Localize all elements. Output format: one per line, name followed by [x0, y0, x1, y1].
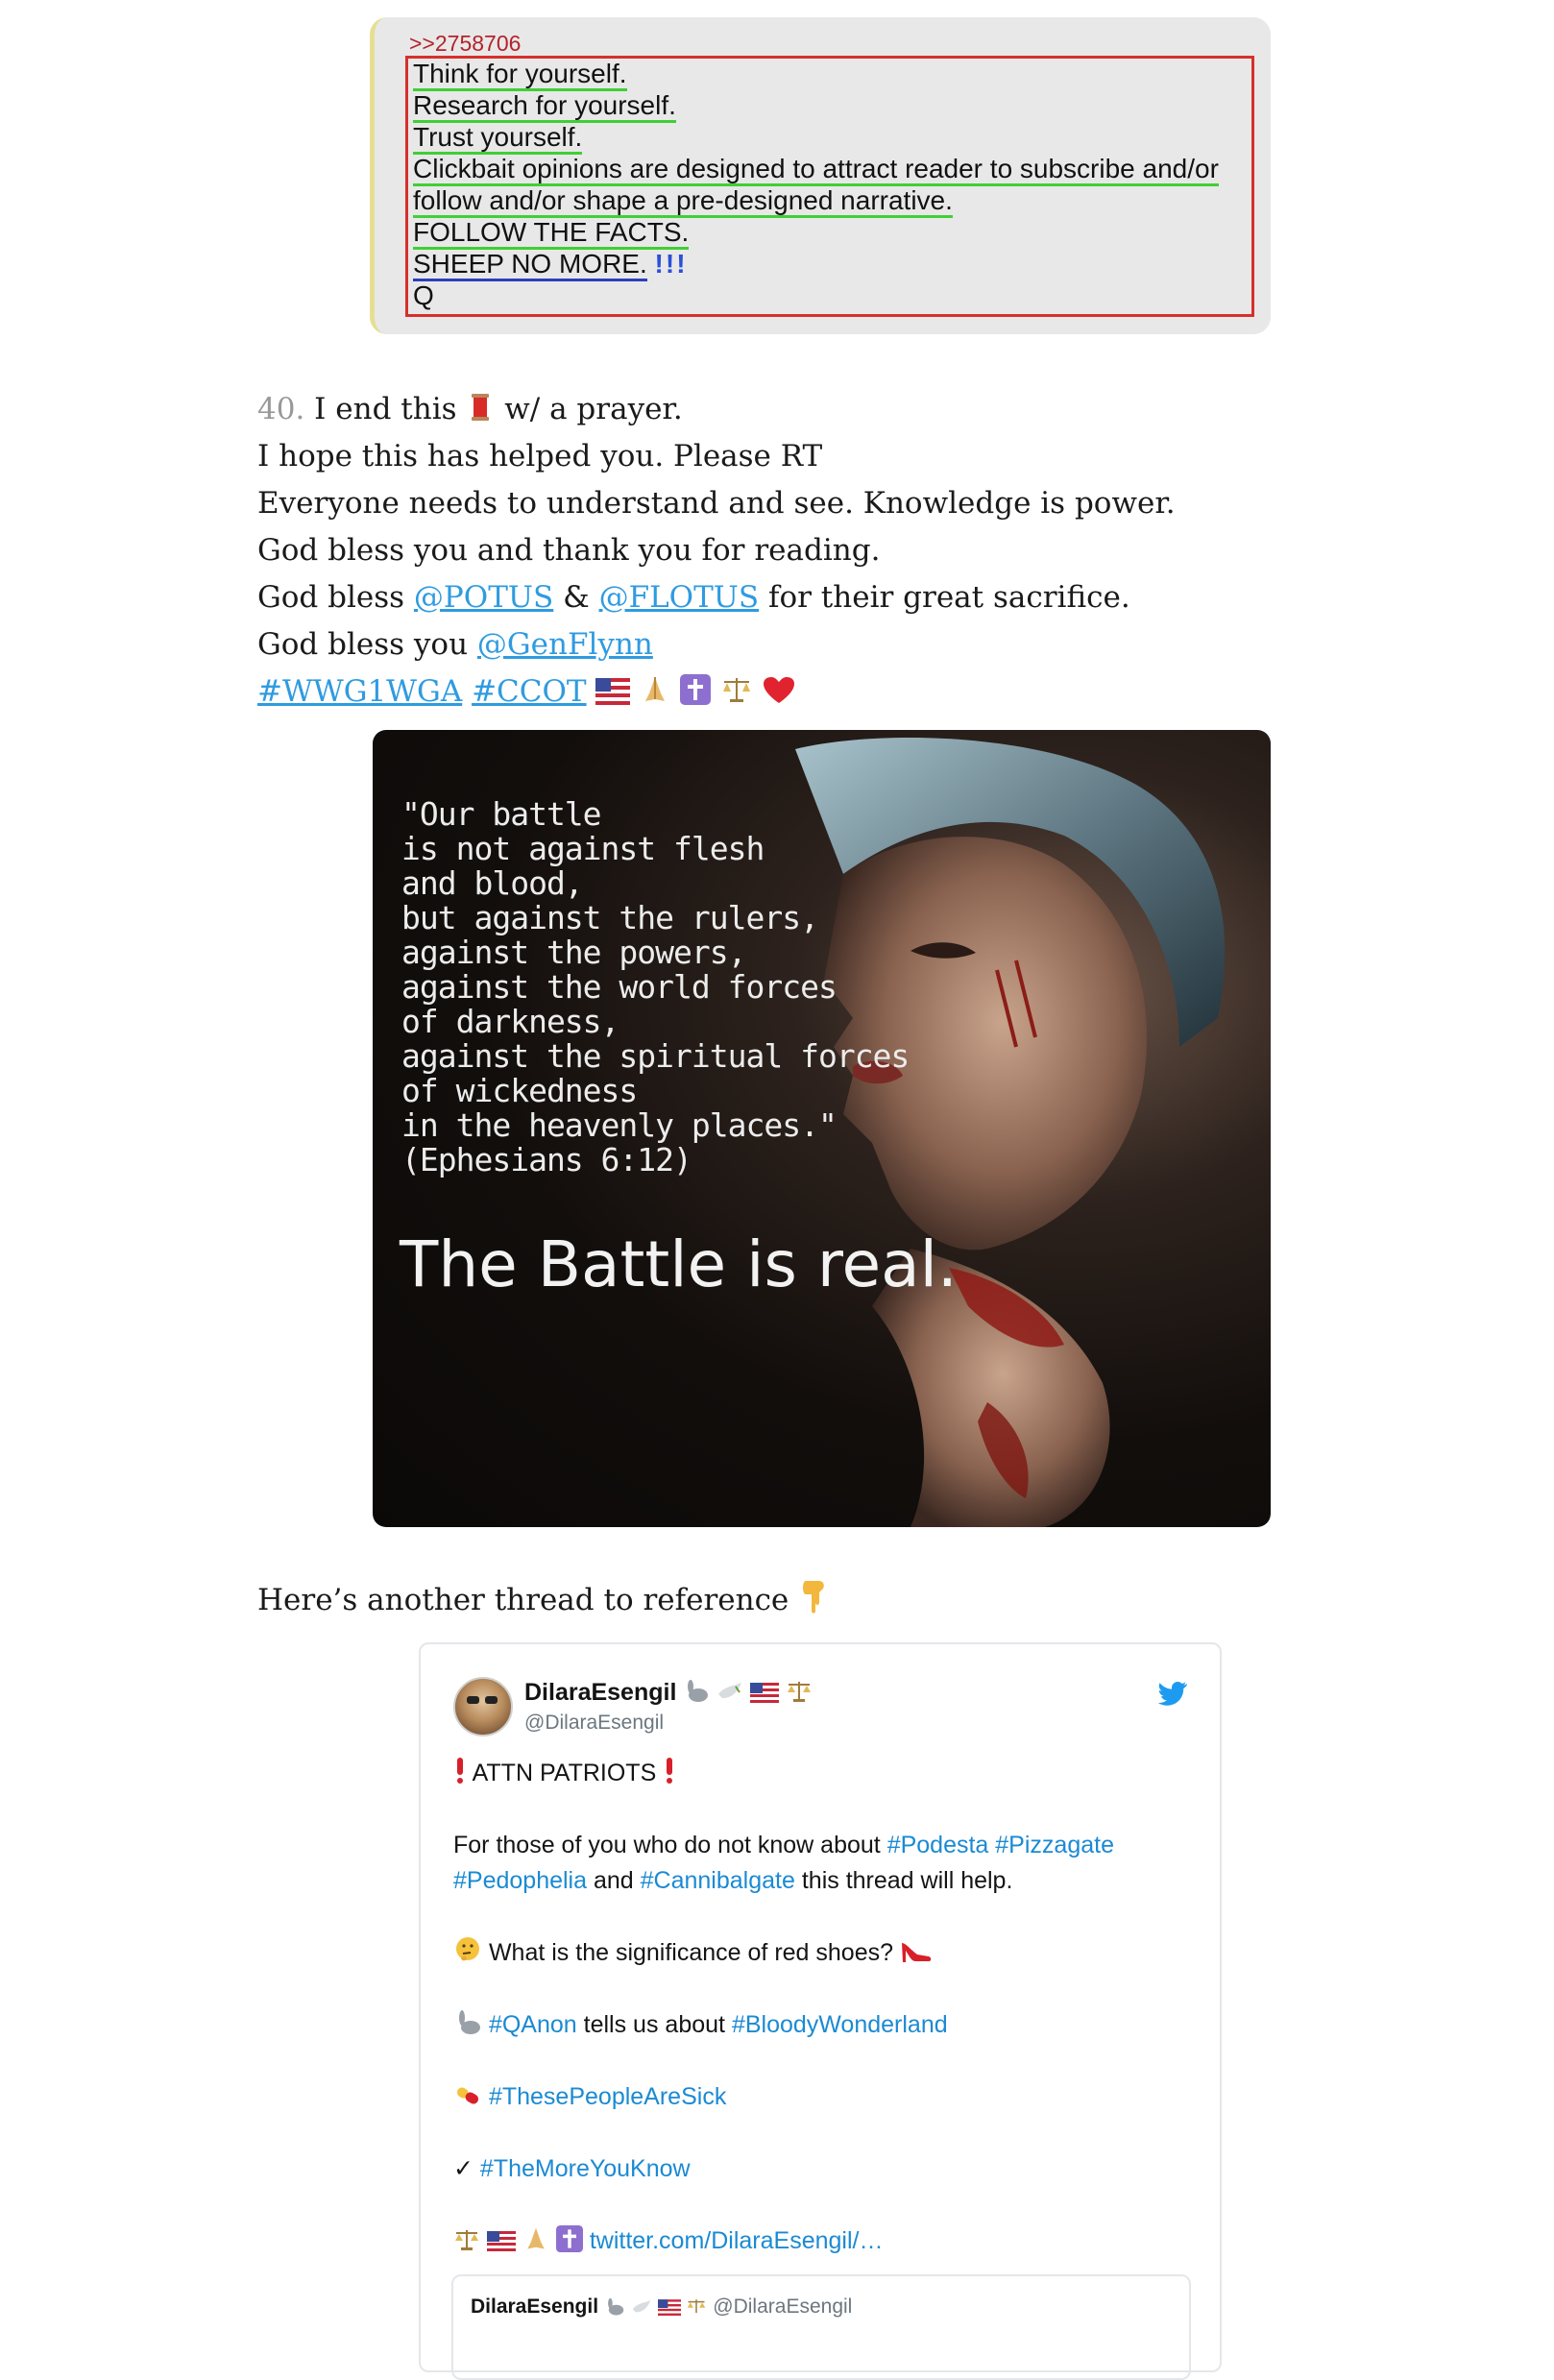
qpost-line: Research for yourself.: [413, 90, 676, 123]
hashtag-wwg1wga-link[interactable]: #WWG1WGA: [257, 674, 462, 709]
qpost-line: FOLLOW THE FACTS.: [413, 217, 690, 250]
quoted-author-handle: @DilaraEsengil: [713, 2295, 853, 2318]
thread-text-segment: God bless: [257, 580, 405, 615]
thread-text-segment: I end this: [314, 392, 457, 426]
tweet-text: What is the significance of red shoes?: [488, 1939, 894, 1966]
qpost-line: follow and/or shape a pre-designed narra…: [413, 185, 953, 218]
hashtag-pizzagate-link[interactable]: #Pizzagate: [995, 1832, 1114, 1858]
tweet-number: 40.: [257, 392, 305, 426]
mention-potus-link[interactable]: @POTUS: [414, 580, 553, 615]
ampersand: &: [563, 580, 590, 615]
balance-scale-icon: [723, 678, 751, 702]
dove-icon: [718, 1683, 742, 1698]
twitter-bird-icon[interactable]: [1158, 1681, 1187, 1706]
thread-text-segment: for their great sacrifice.: [767, 580, 1130, 615]
us-flag-icon: [750, 1683, 780, 1704]
rabbit-icon: [607, 2297, 624, 2316]
thread-line: I hope this has helped you. Please RT: [257, 439, 823, 474]
rabbit-icon: [688, 1680, 709, 1702]
spool-icon: [472, 394, 490, 421]
hashtag-ccot-link[interactable]: #CCOT: [472, 674, 587, 709]
battle-quote-image: "Our battle is not against flesh and blo…: [373, 730, 1271, 1527]
hashtag-themoreyouknow-link[interactable]: #TheMoreYouKnow: [480, 2155, 691, 2182]
latin-cross-icon: [680, 674, 712, 705]
pill-icon: [456, 2087, 479, 2104]
praying-hands-icon: [645, 677, 666, 701]
hashtag-cannibalgate-link[interactable]: #Cannibalgate: [641, 1867, 795, 1894]
mention-flotus-link[interactable]: @FLOTUS: [599, 580, 760, 615]
tweet-text: and: [593, 1867, 634, 1894]
check-mark-icon: ✓: [453, 2155, 473, 2182]
quoted-author-name: DilaraEsengil: [471, 2295, 599, 2318]
qpost-signature: Q: [413, 280, 434, 310]
hashtag-bloodywonderland-link[interactable]: #BloodyWonderland: [732, 2011, 948, 2038]
hashtag-podesta-link[interactable]: #Podesta: [887, 1832, 989, 1858]
exclamation-icon: [667, 1758, 673, 1784]
qpost-line: SHEEP NO MORE.: [413, 249, 647, 281]
us-flag-icon: [486, 2231, 516, 2252]
author-name-text: DilaraEsengil: [524, 1679, 677, 1706]
thinking-face-icon: [456, 1937, 479, 1961]
qpost-line: Think for yourself.: [413, 59, 627, 91]
hashtag-pedophelia-link[interactable]: #Pedophelia: [453, 1867, 587, 1894]
thread-text-segment: w/ a prayer.: [504, 392, 683, 426]
image-caption: The Battle is real.: [400, 1227, 958, 1301]
tweet-author-handle[interactable]: @DilaraEsengil: [524, 1712, 664, 1735]
thread-text-segment: God bless you: [257, 627, 469, 662]
rabbit-icon: [459, 2010, 480, 2034]
latin-cross-icon: [555, 2225, 583, 2252]
attn-text: ATTN PATRIOTS: [472, 1760, 657, 1786]
qpost-lines: Think for yourself. Research for yoursel…: [413, 58, 1219, 311]
praying-hands-icon: [527, 2227, 545, 2249]
quoted-tweet-author: DilaraEsengil @DilaraEsengil: [471, 2295, 852, 2319]
qpost-line: Clickbait opinions are designed to attra…: [413, 154, 1219, 186]
pointing-down-icon: [803, 1581, 824, 1614]
hashtag-thesepeoplearesick-link[interactable]: #ThesePeopleAreSick: [489, 2083, 726, 2110]
another-thread-note: Here’s another thread to reference: [257, 1579, 829, 1617]
qpost-exclaim: !!!: [654, 249, 688, 279]
tweet-link[interactable]: twitter.com/DilaraEsengil/…: [590, 2227, 884, 2254]
red-heart-icon: [763, 677, 794, 703]
us-flag-icon: [595, 678, 631, 705]
tweet-author-name[interactable]: DilaraEsengil: [524, 1679, 813, 1707]
thread-line: Everyone needs to understand and see. Kn…: [257, 486, 1176, 521]
qpost-screenshot: >>2758706 Think for yourself. Research f…: [370, 17, 1271, 334]
thread-line: God bless you and thank you for reading.: [257, 533, 881, 568]
high-heel-icon: [901, 1943, 932, 1962]
thread-text: 40. I end this w/ a prayer. I hope this …: [257, 386, 1176, 716]
tweet-text: For those of you who do not know about: [453, 1832, 881, 1858]
tweet-text: this thread will help.: [801, 1867, 1013, 1894]
qpost-reference: >>2758706: [409, 31, 522, 56]
balance-scale-icon: [688, 2299, 706, 2314]
balance-scale-icon: [788, 1682, 812, 1702]
us-flag-icon: [657, 2299, 681, 2317]
tweet-text: tells us about: [583, 2011, 725, 2038]
another-thread-text: Here’s another thread to reference: [257, 1583, 789, 1617]
avatar[interactable]: [453, 1677, 513, 1736]
balance-scale-icon: [455, 2230, 478, 2250]
quoted-tweet[interactable]: DilaraEsengil @DilaraEsengil: [451, 2274, 1191, 2380]
dove-icon: [632, 2300, 650, 2313]
bible-quote: "Our battle is not against flesh and blo…: [401, 795, 910, 1178]
qpost-line: Trust yourself.: [413, 122, 583, 155]
tweet-body: ATTN PATRIOTS For those of you who do no…: [453, 1756, 1202, 2295]
mention-genflynn-link[interactable]: @GenFlynn: [477, 627, 653, 662]
hashtag-qanon-link[interactable]: #QAnon: [489, 2011, 577, 2038]
embedded-tweet[interactable]: DilaraEsengil @DilaraEsengil ATTN PATRIO…: [419, 1642, 1222, 2380]
exclamation-icon: [457, 1758, 463, 1784]
